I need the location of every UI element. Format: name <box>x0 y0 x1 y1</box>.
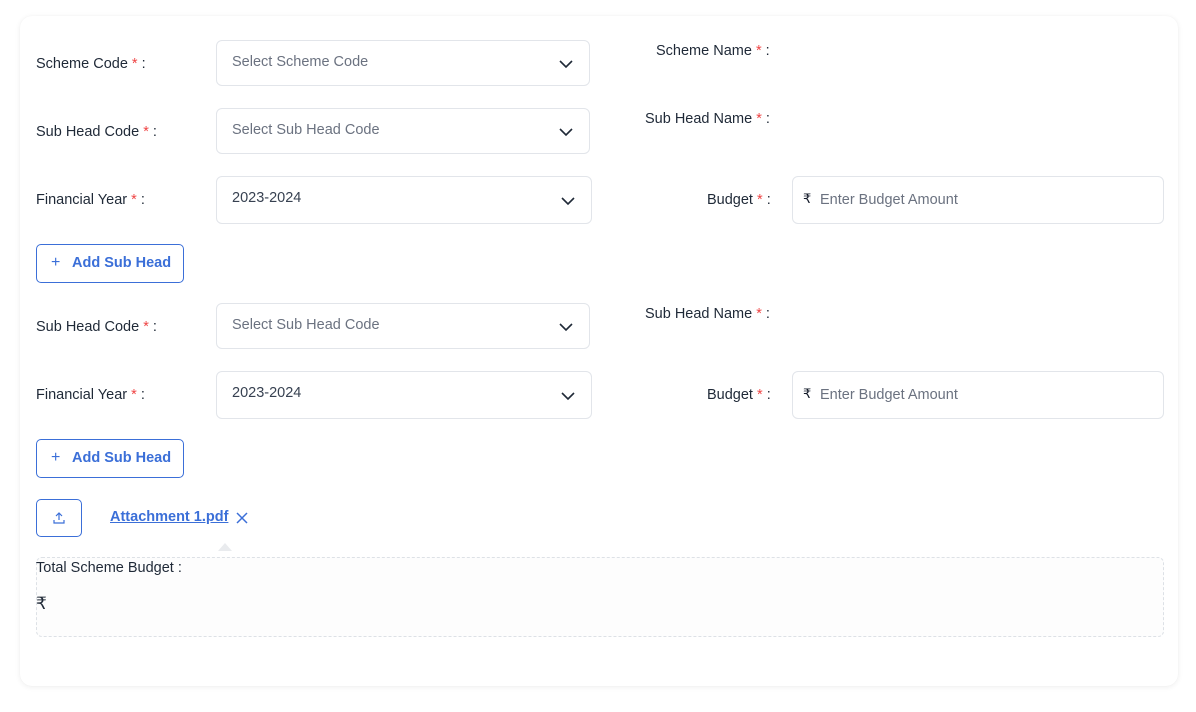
financial-year-label: Financial Year * : <box>36 387 145 403</box>
add-sub-head-button[interactable]: + Add Sub Head <box>36 244 184 283</box>
scheme-name-label: Scheme Name * : <box>656 43 770 59</box>
sub-head-code-placeholder: Select Sub Head Code <box>232 122 380 138</box>
plus-icon: + <box>51 449 61 466</box>
total-scheme-budget-label: Total Scheme Budget : <box>36 560 182 576</box>
close-icon[interactable] <box>235 511 249 525</box>
budget-input[interactable] <box>820 384 1140 406</box>
sub-head-code-label: Sub Head Code * : <box>36 124 157 140</box>
upload-button[interactable] <box>36 499 82 537</box>
financial-year-label: Financial Year * : <box>36 192 145 208</box>
chevron-down-icon <box>561 392 575 401</box>
financial-year-value: 2023-2024 <box>232 385 302 401</box>
tooltip-arrow <box>218 543 232 551</box>
chevron-down-icon <box>559 60 573 69</box>
sub-head-code-select[interactable]: Select Sub Head Code <box>216 303 590 349</box>
sub-head-code-select[interactable]: Select Sub Head Code <box>216 108 590 154</box>
budget-field[interactable]: ₹ <box>792 371 1164 419</box>
budget-field[interactable]: ₹ <box>792 176 1164 224</box>
sub-head-name-label: Sub Head Name * : <box>645 306 770 322</box>
budget-input[interactable] <box>820 189 1140 211</box>
budget-label: Budget * : <box>707 192 771 208</box>
sub-head-code-label: Sub Head Code * : <box>36 319 157 335</box>
rupee-icon: ₹ <box>803 386 812 401</box>
attachment-link[interactable]: Attachment 1.pdf <box>110 509 228 525</box>
sub-head-name-label: Sub Head Name * : <box>645 111 770 127</box>
add-sub-head-button[interactable]: + Add Sub Head <box>36 439 184 478</box>
total-scheme-budget-value: ₹ <box>36 594 47 613</box>
rupee-icon: ₹ <box>803 191 812 206</box>
scheme-code-placeholder: Select Scheme Code <box>232 54 369 70</box>
chevron-down-icon <box>561 197 575 206</box>
add-sub-head-label: Add Sub Head <box>72 255 172 271</box>
chevron-down-icon <box>559 128 573 137</box>
chevron-down-icon <box>559 323 573 332</box>
budget-label: Budget * : <box>707 387 771 403</box>
financial-year-select[interactable]: 2023-2024 <box>216 371 592 419</box>
add-sub-head-label: Add Sub Head <box>72 450 172 466</box>
sub-head-code-placeholder: Select Sub Head Code <box>232 317 380 333</box>
upload-icon <box>53 512 65 524</box>
scheme-code-select[interactable]: Select Scheme Code <box>216 40 590 86</box>
financial-year-select[interactable]: 2023-2024 <box>216 176 592 224</box>
total-scheme-budget-box <box>36 557 1164 637</box>
plus-icon: + <box>51 254 61 271</box>
financial-year-value: 2023-2024 <box>232 190 302 206</box>
scheme-code-label: Scheme Code * : <box>36 56 146 72</box>
